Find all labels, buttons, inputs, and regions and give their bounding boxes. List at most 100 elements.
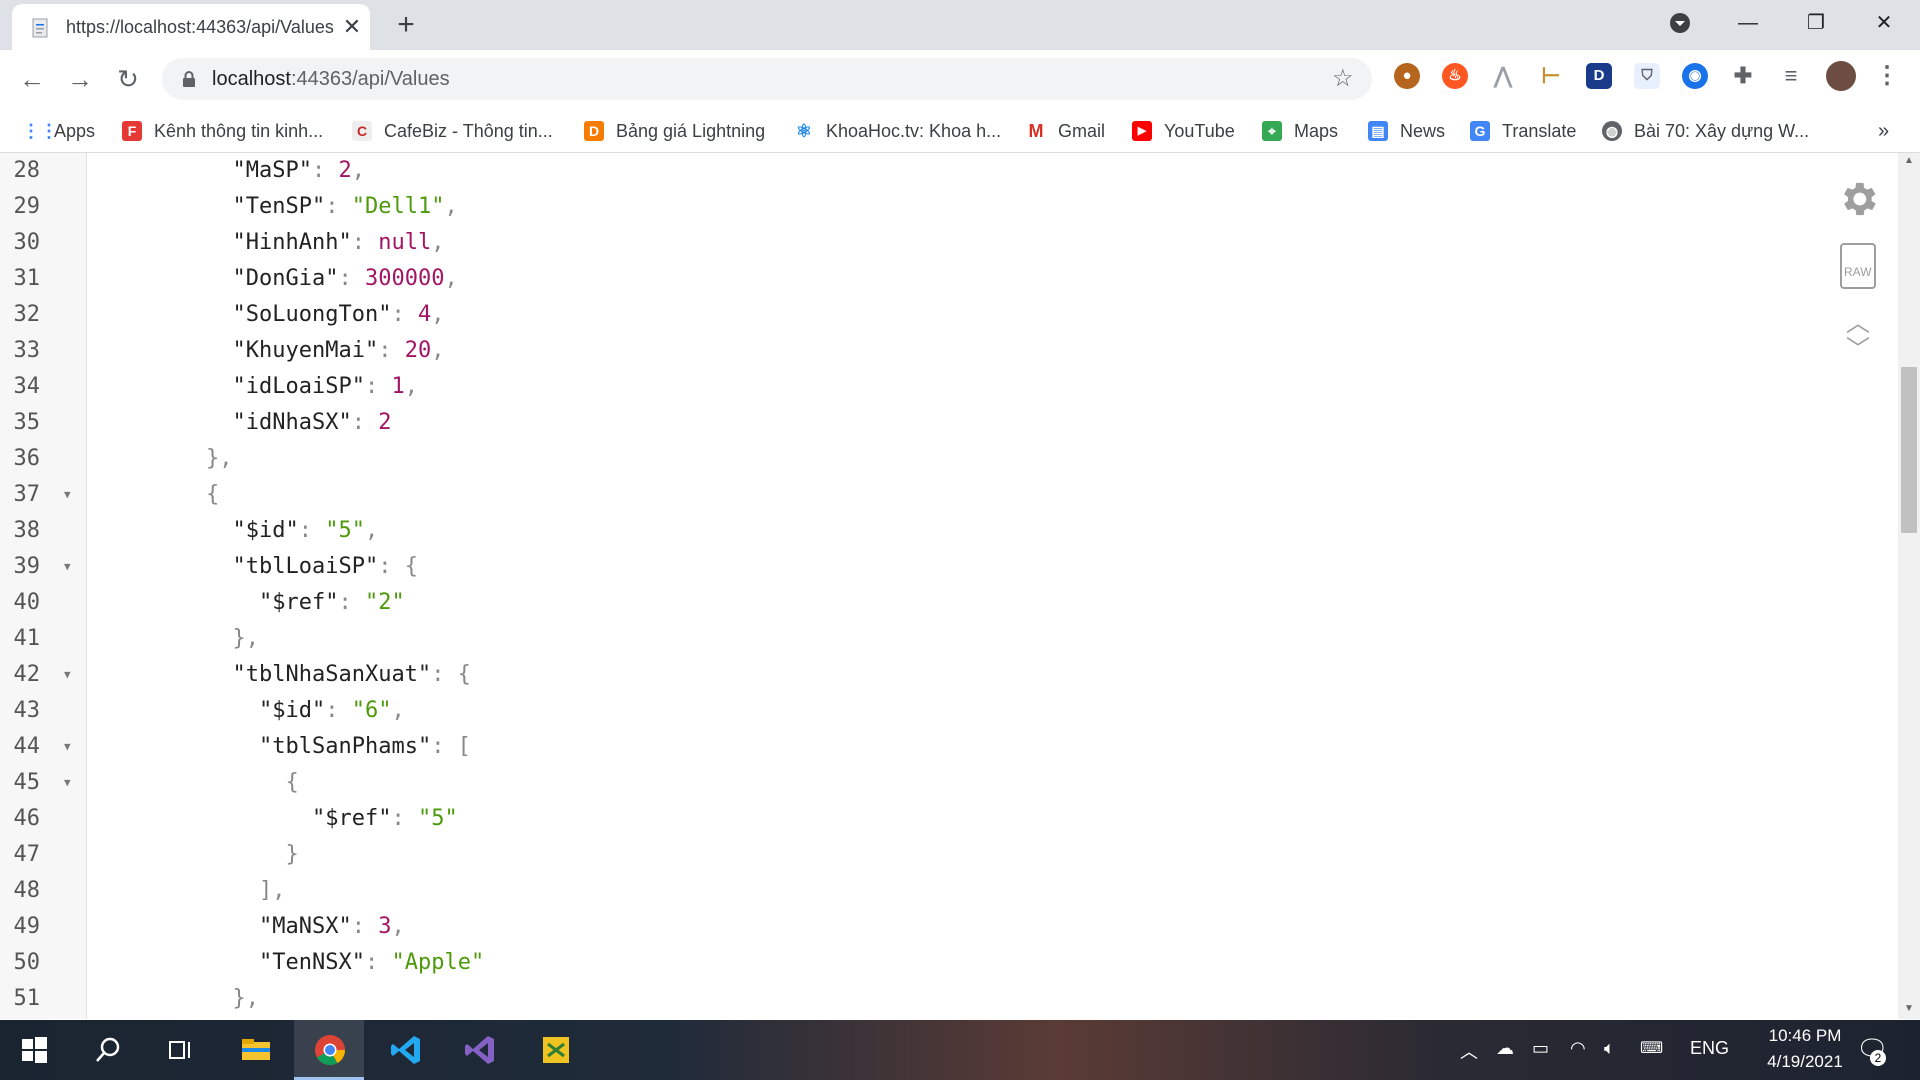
json-punctuation: : bbox=[391, 302, 418, 327]
bookmark-label: Apps bbox=[54, 120, 96, 141]
json-string: "Apple" bbox=[391, 950, 485, 975]
fold-toggle-icon[interactable]: ▼ bbox=[64, 549, 71, 585]
fold-toggle-icon[interactable]: ▼ bbox=[64, 765, 71, 801]
bookmark-youtube[interactable]: ▶ YouTube bbox=[1132, 119, 1235, 143]
json-punctuation: }, bbox=[206, 446, 233, 471]
json-key: "$id" bbox=[232, 518, 299, 543]
json-value: 20 bbox=[404, 338, 432, 363]
visual-studio-icon[interactable] bbox=[462, 1032, 498, 1068]
json-key: "HinhAnh" bbox=[232, 230, 352, 255]
notification-center-icon[interactable]: 🗨︎ 2 bbox=[1856, 1034, 1889, 1066]
extension-shield-icon[interactable]: ⛉ bbox=[1634, 63, 1660, 89]
minimize-button[interactable]: — bbox=[1723, 6, 1773, 40]
raw-label: RAW bbox=[1844, 265, 1872, 279]
code-text: }, bbox=[206, 441, 233, 477]
json-key: "idNhaSX" bbox=[232, 410, 352, 435]
address-bar[interactable]: localhost:44363/api/Values ☆ bbox=[162, 58, 1372, 100]
menu-kebab-icon[interactable]: ⋮ bbox=[1874, 63, 1900, 89]
task-view-icon[interactable] bbox=[162, 1032, 198, 1068]
bookmark-bai-70[interactable]: ◍ Bài 70: Xây dựng W... bbox=[1602, 119, 1809, 143]
scroll-up-arrow-icon[interactable]: ▲ bbox=[1904, 155, 1914, 166]
extension-fire-icon[interactable]: ♨ bbox=[1442, 63, 1468, 89]
maps-icon: ⌖ bbox=[1262, 121, 1282, 141]
json-punctuation: : bbox=[338, 590, 365, 615]
bookmarks-overflow-icon[interactable]: » bbox=[1878, 119, 1889, 143]
line-number: 34 bbox=[13, 374, 41, 399]
cafebiz-c-icon: C bbox=[352, 121, 372, 141]
json-line: 42 ▼ "tblNhaSanXuat": { bbox=[0, 657, 1900, 693]
extension-cookie-icon[interactable]: ● bbox=[1394, 63, 1420, 89]
bookmark-news[interactable]: ▤ News bbox=[1368, 119, 1445, 143]
back-button[interactable]: ← bbox=[14, 62, 50, 96]
bookmark-kenh-thong-tin[interactable]: F Kênh thông tin kinh... bbox=[122, 119, 323, 143]
extension-d-icon[interactable]: D bbox=[1586, 63, 1612, 89]
close-window-button[interactable]: ✕ bbox=[1859, 6, 1909, 40]
language-indicator[interactable]: ENG bbox=[1690, 1038, 1729, 1059]
json-key: "tblSanPhams" bbox=[259, 734, 432, 759]
scroll-down-arrow-icon[interactable]: ▼ bbox=[1904, 1003, 1914, 1014]
json-punctuation: }, bbox=[232, 626, 260, 651]
line-number: 31 bbox=[13, 266, 41, 291]
search-icon[interactable] bbox=[90, 1032, 126, 1068]
json-punctuation: , bbox=[431, 338, 445, 363]
wifi-icon[interactable]: ◠ bbox=[1570, 1038, 1586, 1059]
new-tab-button[interactable]: + bbox=[388, 8, 424, 44]
json-punctuation: : [ bbox=[431, 734, 471, 759]
battery-icon[interactable]: ▭ bbox=[1532, 1038, 1549, 1059]
line-number: 42 bbox=[13, 662, 41, 687]
show-hidden-icons-chevron-icon[interactable]: ︿ bbox=[1460, 1038, 1478, 1064]
chrome-icon[interactable] bbox=[312, 1032, 348, 1068]
volume-icon[interactable]: 🔈︎ bbox=[1604, 1038, 1615, 1059]
json-punctuation: : bbox=[391, 806, 418, 831]
bookmark-cafebiz[interactable]: C CafeBiz - Thông tin... bbox=[352, 119, 553, 143]
json-line: 32 "SoLuongTon": 4, bbox=[0, 297, 1900, 333]
fold-toggle-icon[interactable]: ▼ bbox=[64, 657, 71, 693]
forward-button[interactable]: → bbox=[62, 62, 98, 96]
tab-search-icon[interactable] bbox=[1655, 6, 1705, 40]
json-punctuation: : bbox=[364, 374, 392, 399]
extension-globe-icon[interactable]: ◉ bbox=[1682, 63, 1708, 89]
windows-start-icon[interactable] bbox=[16, 1032, 52, 1068]
scroll-down-chevron-icon[interactable]: ﹀ bbox=[1846, 329, 1870, 364]
bookmark-label: News bbox=[1400, 120, 1446, 141]
extension-ruler-icon[interactable]: ⊢ bbox=[1538, 63, 1564, 89]
reload-button[interactable]: ↻ bbox=[110, 62, 146, 96]
restore-button[interactable]: ❐ bbox=[1791, 6, 1841, 40]
json-punctuation: : bbox=[325, 698, 352, 723]
raw-view-button[interactable]: RAW bbox=[1840, 243, 1876, 289]
keyboard-icon[interactable]: ⌨ bbox=[1640, 1038, 1663, 1058]
bookmark-translate[interactable]: G Translate bbox=[1470, 119, 1576, 143]
profile-avatar[interactable] bbox=[1826, 61, 1856, 91]
line-number: 30 bbox=[13, 230, 41, 255]
bookmark-apps[interactable]: ⋮⋮ Apps bbox=[22, 119, 95, 143]
media-control-icon[interactable]: ≡ bbox=[1778, 63, 1804, 89]
json-punctuation: ], bbox=[259, 878, 286, 903]
json-punctuation: }, bbox=[232, 986, 260, 1011]
clock[interactable]: 10:46 PM 4/19/2021 bbox=[1750, 1026, 1860, 1072]
settings-gear-icon[interactable] bbox=[1836, 177, 1880, 221]
file-explorer-icon[interactable] bbox=[238, 1032, 274, 1068]
vscode-icon[interactable] bbox=[388, 1032, 424, 1068]
extension-a-icon[interactable]: ⋀ bbox=[1490, 63, 1516, 89]
close-tab-icon[interactable]: ✕ bbox=[338, 12, 366, 42]
clock-time: 10:46 PM bbox=[1768, 1026, 1842, 1045]
vertical-scrollbar[interactable]: ▲ ▼ bbox=[1898, 153, 1920, 1019]
tab-active[interactable]: https://localhost:44363/api/Values ✕ bbox=[12, 4, 370, 50]
bookmark-maps[interactable]: ⌖ Maps bbox=[1262, 119, 1338, 143]
extensions-puzzle-icon[interactable]: ✚ bbox=[1730, 63, 1756, 89]
json-punctuation: , bbox=[391, 914, 405, 939]
json-key: "$ref" bbox=[259, 590, 339, 615]
json-line: 43 "$id": "6", bbox=[0, 693, 1900, 729]
json-string: "6" bbox=[351, 698, 392, 723]
scrollbar-thumb[interactable] bbox=[1901, 367, 1917, 533]
bookmark-khoahoc[interactable]: ⚛ KhoaHoc.tv: Khoa h... bbox=[794, 119, 1001, 143]
bookmark-gmail[interactable]: M Gmail bbox=[1026, 119, 1106, 143]
sql-tool-icon[interactable] bbox=[538, 1032, 574, 1068]
fold-toggle-icon[interactable]: ▼ bbox=[64, 477, 71, 513]
onedrive-cloud-icon[interactable]: ☁ bbox=[1496, 1038, 1514, 1059]
fold-toggle-icon[interactable]: ▼ bbox=[64, 729, 71, 765]
bookmark-star-icon[interactable]: ☆ bbox=[1332, 64, 1354, 93]
clock-date: 4/19/2021 bbox=[1767, 1052, 1843, 1071]
news-icon: ▤ bbox=[1368, 121, 1388, 141]
bookmark-bang-gia[interactable]: D Bảng giá Lightning bbox=[584, 119, 765, 143]
